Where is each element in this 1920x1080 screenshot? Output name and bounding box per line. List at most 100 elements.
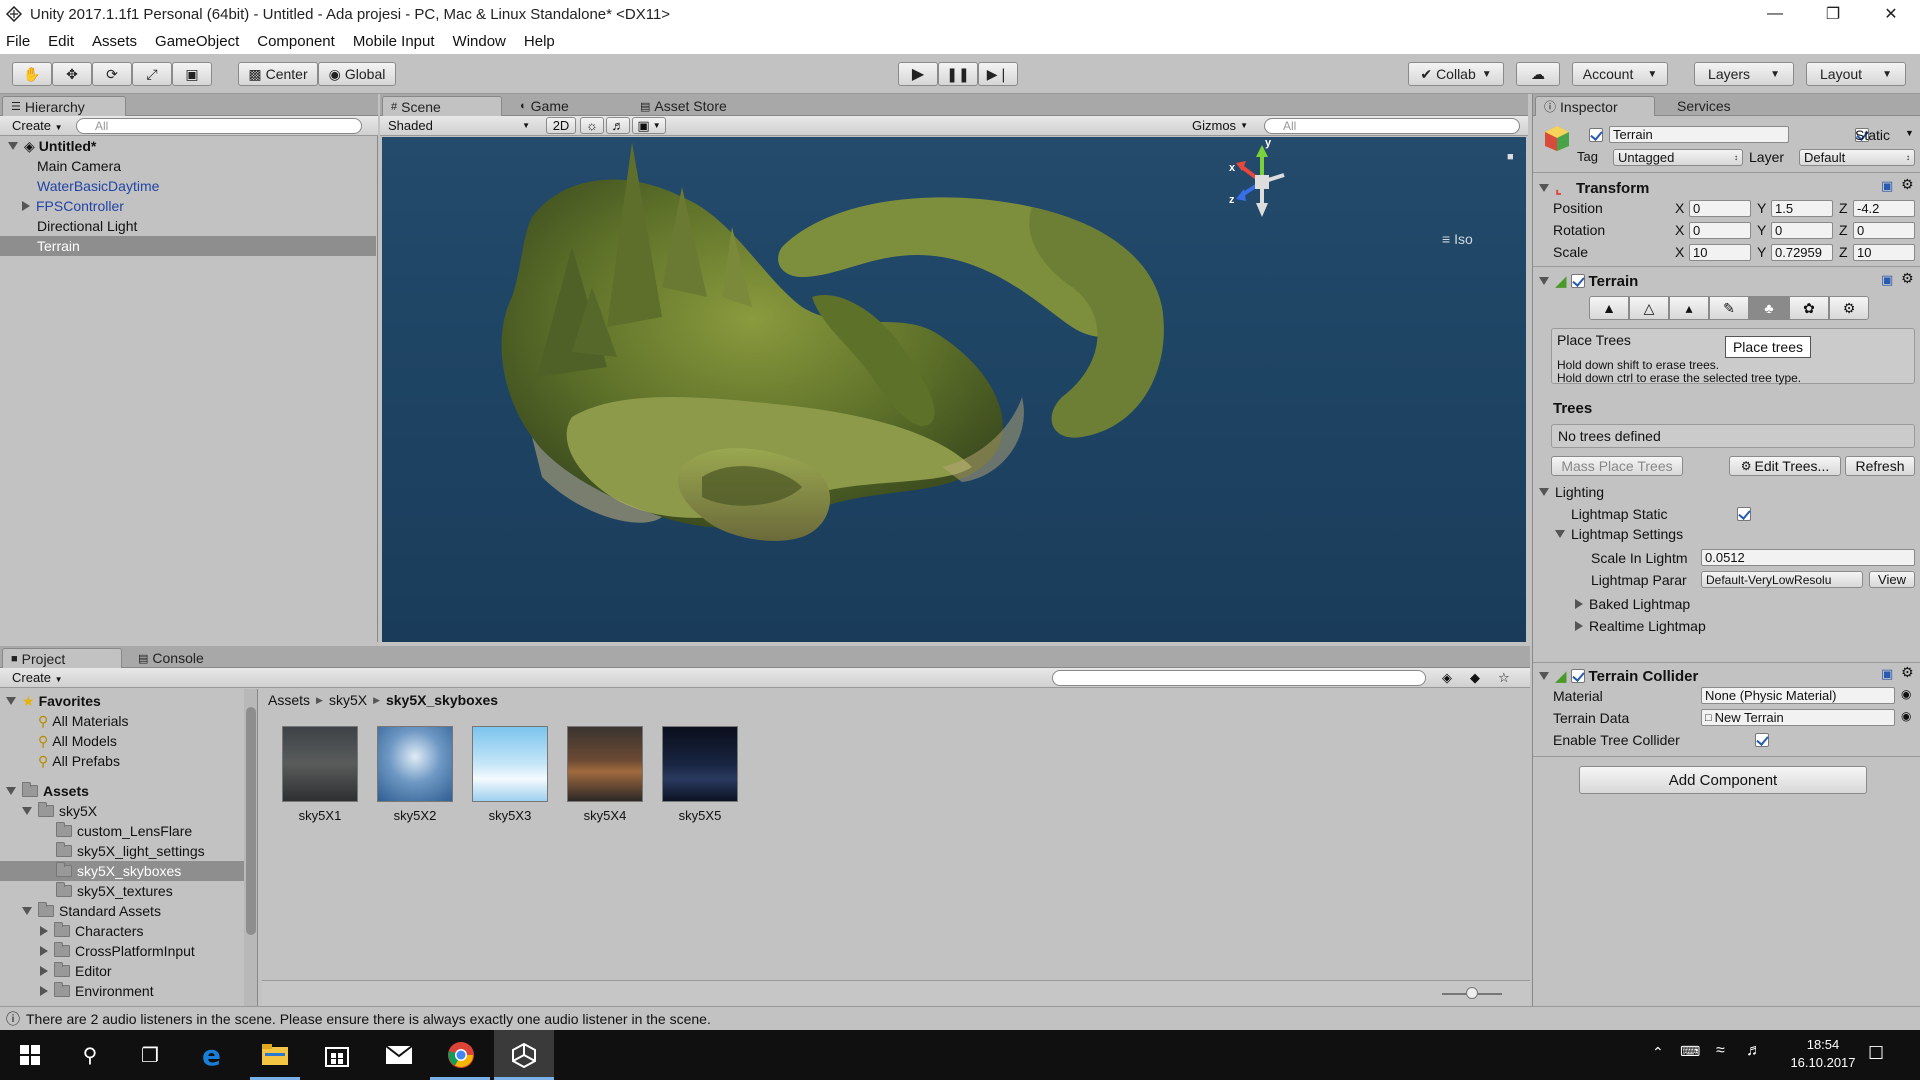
menu-component[interactable]: Component: [257, 33, 335, 50]
material-field[interactable]: None (Physic Material): [1701, 687, 1895, 704]
position-y-field[interactable]: 1.5: [1771, 200, 1833, 217]
asset-thumbnail-sky5x3[interactable]: [472, 726, 548, 802]
tag-dropdown[interactable]: Untagged ↕: [1613, 149, 1743, 166]
layout-dropdown[interactable]: Layout ▼: [1806, 62, 1906, 86]
maximize-button[interactable]: ❐: [1804, 0, 1862, 28]
tab-project[interactable]: ■ Project: [2, 648, 122, 668]
scene-viewport[interactable]: y x z ■ ≡ Iso: [382, 137, 1526, 642]
scale-z-field[interactable]: 10: [1853, 244, 1915, 261]
terrain-enabled-checkbox[interactable]: [1570, 274, 1585, 288]
menu-assets[interactable]: Assets: [92, 33, 137, 50]
move-tool-button[interactable]: ✥: [52, 62, 92, 86]
enable-tree-collider-checkbox[interactable]: [1754, 733, 1769, 747]
scrollbar-thumb[interactable]: [246, 707, 256, 935]
place-trees-button[interactable]: ♣: [1749, 296, 1789, 320]
hierarchy-item-terrain[interactable]: Terrain: [37, 236, 80, 256]
scene-search-input[interactable]: All: [1264, 118, 1520, 134]
keyboard-icon[interactable]: ⌨: [1680, 1043, 1700, 1060]
paint-details-button[interactable]: ✿: [1789, 296, 1829, 320]
gizmos-dropdown[interactable]: Gizmos ▼: [1188, 117, 1254, 134]
menu-gameobject[interactable]: GameObject: [155, 33, 239, 50]
realtime-lightmap-foldout[interactable]: Realtime Lightmap: [1575, 616, 1706, 636]
zoom-slider-thumb[interactable]: [1466, 987, 1478, 999]
tab-scene[interactable]: # Scene: [382, 96, 502, 116]
volume-icon[interactable]: ♬: [1746, 1042, 1762, 1060]
filter-type-icon[interactable]: ◈: [1442, 670, 1452, 686]
tab-asset-store[interactable]: ▤ Asset Store: [632, 96, 735, 116]
filter-label-icon[interactable]: ◆: [1470, 670, 1480, 686]
help-icon[interactable]: ▣: [1881, 272, 1893, 288]
refresh-button[interactable]: Refresh: [1845, 456, 1915, 476]
edge-app[interactable]: e: [183, 1030, 243, 1080]
collab-dropdown[interactable]: ✔ Collab ▼: [1408, 62, 1504, 86]
terrain-data-field[interactable]: □ New Terrain: [1701, 709, 1895, 726]
asset-thumbnail-sky5x5[interactable]: [662, 726, 738, 802]
rotation-x-field[interactable]: 0: [1689, 222, 1751, 239]
tab-hierarchy[interactable]: ☰ Hierarchy: [2, 96, 126, 116]
close-button[interactable]: ✕: [1862, 0, 1920, 28]
search-button[interactable]: ⚲: [60, 1030, 120, 1080]
tree-scrollbar[interactable]: [244, 689, 257, 1006]
breadcrumb-sky5x[interactable]: sky5X: [329, 692, 367, 708]
pivot-center-button[interactable]: ▩ Center: [238, 62, 318, 86]
status-message[interactable]: There are 2 audio listeners in the scene…: [26, 1011, 711, 1027]
object-picker-icon[interactable]: ◉: [1901, 687, 1911, 701]
project-create-dropdown[interactable]: Create ▼: [12, 670, 63, 685]
folder-crossplatforminput[interactable]: CrossPlatformInput: [40, 941, 195, 961]
audio-toggle[interactable]: ♬: [606, 117, 630, 134]
collider-enabled-checkbox[interactable]: [1570, 669, 1585, 683]
task-view-button[interactable]: ❐: [120, 1030, 180, 1080]
breadcrumb-skyboxes[interactable]: sky5X_skyboxes: [386, 692, 498, 708]
step-button[interactable]: ▶❘: [978, 62, 1018, 86]
layer-dropdown[interactable]: Default ↕: [1799, 149, 1915, 166]
folder-editor[interactable]: Editor: [40, 961, 112, 981]
smooth-height-button[interactable]: ▴: [1669, 296, 1709, 320]
hand-tool-button[interactable]: ✋: [12, 62, 52, 86]
menu-file[interactable]: File: [6, 33, 30, 50]
asset-thumbnail-sky5x4[interactable]: [567, 726, 643, 802]
wifi-icon[interactable]: ≈: [1716, 1042, 1725, 1060]
shading-mode-dropdown[interactable]: Shaded ▼: [384, 117, 534, 134]
hierarchy-item-main-camera[interactable]: Main Camera: [37, 156, 121, 176]
object-picker-icon[interactable]: ◉: [1901, 709, 1911, 723]
help-icon[interactable]: ▣: [1881, 666, 1893, 682]
menu-edit[interactable]: Edit: [48, 33, 74, 50]
mass-place-trees-button[interactable]: Mass Place Trees: [1551, 456, 1683, 476]
gear-icon[interactable]: ⚙: [1901, 176, 1914, 193]
active-checkbox[interactable]: [1589, 128, 1603, 142]
asset-thumbnail-sky5x2[interactable]: [377, 726, 453, 802]
folder-standard-assets[interactable]: Standard Assets: [22, 901, 161, 921]
file-explorer-app[interactable]: [245, 1030, 305, 1080]
create-dropdown[interactable]: Create ▼: [12, 118, 63, 133]
minimize-button[interactable]: —: [1746, 0, 1804, 28]
scale-in-lightmap-field[interactable]: 0.0512: [1701, 549, 1915, 566]
folder-custom-lensflare[interactable]: custom_LensFlare: [56, 821, 192, 841]
view-button[interactable]: View: [1869, 571, 1915, 588]
folder-sky5x[interactable]: sky5X: [22, 801, 97, 821]
chevron-down-icon[interactable]: ▼: [1905, 128, 1914, 138]
menu-mobile-input[interactable]: Mobile Input: [353, 33, 435, 50]
chrome-app[interactable]: [431, 1030, 491, 1080]
play-button[interactable]: ▶: [898, 62, 938, 86]
menu-window[interactable]: Window: [453, 33, 506, 50]
rect-tool-button[interactable]: ▣: [172, 62, 212, 86]
lighting-toggle[interactable]: ☼: [580, 117, 604, 134]
baked-lightmap-foldout[interactable]: Baked Lightmap: [1575, 594, 1690, 614]
orientation-gizmo[interactable]: [1222, 137, 1312, 227]
store-app[interactable]: [307, 1030, 367, 1080]
tab-inspector[interactable]: ⓘ Inspector: [1535, 96, 1655, 116]
projection-toggle[interactable]: ≡ Iso: [1442, 231, 1473, 247]
raise-terrain-button[interactable]: ▲: [1589, 296, 1629, 320]
menu-help[interactable]: Help: [524, 33, 555, 50]
terrain-collider-header[interactable]: ◢ Terrain Collider: [1539, 666, 1698, 686]
add-component-button[interactable]: Add Component: [1579, 766, 1867, 794]
chevron-up-icon[interactable]: ⌃: [1652, 1044, 1664, 1061]
start-button[interactable]: [0, 1030, 60, 1080]
lightmap-params-dropdown[interactable]: Default-VeryLowResolu: [1701, 571, 1863, 588]
object-name-field[interactable]: Terrain: [1609, 126, 1789, 143]
effects-dropdown[interactable]: ▣ ▼: [632, 117, 666, 134]
lighting-foldout[interactable]: Lighting: [1539, 482, 1604, 502]
tab-game[interactable]: ◐ Game: [512, 96, 577, 116]
paint-height-button[interactable]: △: [1629, 296, 1669, 320]
clock[interactable]: 18:54 16.10.2017: [1778, 1036, 1868, 1072]
